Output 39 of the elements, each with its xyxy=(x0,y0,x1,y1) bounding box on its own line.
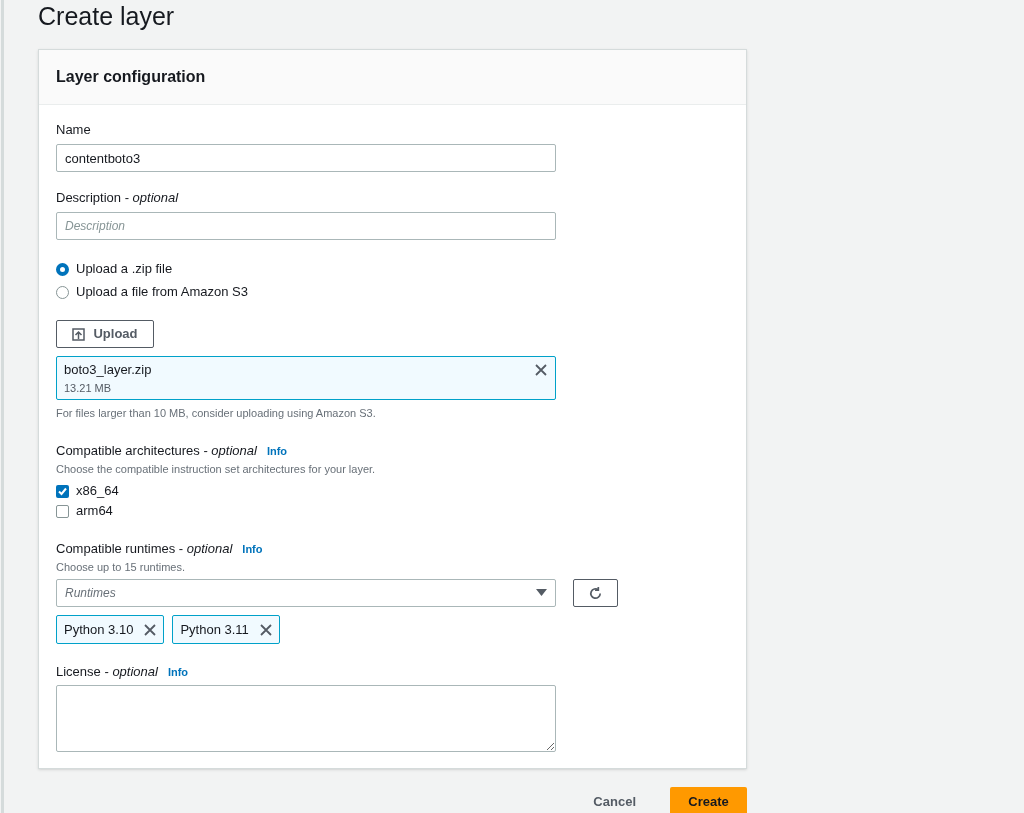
page-title: Create layer xyxy=(38,1,175,32)
checkbox[interactable] xyxy=(56,504,69,518)
refresh-icon xyxy=(588,585,603,601)
radio-button[interactable] xyxy=(56,285,69,299)
description-input[interactable]: Description xyxy=(56,212,556,240)
cancel-button[interactable]: Cancel xyxy=(585,787,644,813)
field-label: Name xyxy=(56,122,91,138)
license-input[interactable] xyxy=(56,685,556,752)
panel-title: Layer configuration xyxy=(56,67,206,87)
caret-icon xyxy=(536,589,547,597)
file-name: boto3_layer.zip xyxy=(64,362,152,378)
info-link[interactable]: Info xyxy=(242,541,263,557)
checkbox-label: arm64 xyxy=(76,503,113,519)
remove-icon[interactable] xyxy=(143,622,158,637)
field-label: Compatible runtimes - optional xyxy=(56,541,233,557)
runtime-token: Python 3.10 xyxy=(56,615,165,644)
hint-text: Choose up to 15 runtimes. xyxy=(56,560,186,575)
upload-button[interactable]: Upload xyxy=(56,320,154,348)
hint-text: Choose the compatible instruction set architectures for your layer. xyxy=(56,462,376,477)
hint-text: For files larger than 10 MB, consider uploading using Amazon S3. xyxy=(56,406,376,421)
field-label: License - optional xyxy=(56,664,158,680)
field-label: Description - optional xyxy=(56,190,179,206)
info-link[interactable]: Info xyxy=(266,443,288,459)
remove-icon[interactable] xyxy=(258,622,273,637)
checkbox[interactable] xyxy=(56,484,69,498)
radio-button[interactable] xyxy=(56,262,69,276)
checkbox-label: x86_64 xyxy=(76,483,119,499)
info-link[interactable]: Info xyxy=(167,664,189,680)
file-size: 13.21 MB xyxy=(64,381,112,396)
refresh-button[interactable] xyxy=(573,579,618,607)
close-icon[interactable] xyxy=(534,363,548,377)
runtime-token: Python 3.11 xyxy=(172,615,280,644)
field-label: Compatible architectures - optional xyxy=(56,443,257,459)
upload-icon xyxy=(72,327,86,341)
radio-label: Upload a .zip file xyxy=(76,261,173,277)
radio-label: Upload a file from Amazon S3 xyxy=(76,284,248,300)
create-button[interactable]: Create xyxy=(670,787,747,813)
runtimes-select[interactable]: Runtimes xyxy=(56,579,556,607)
name-input[interactable]: contentboto3 xyxy=(56,144,556,172)
